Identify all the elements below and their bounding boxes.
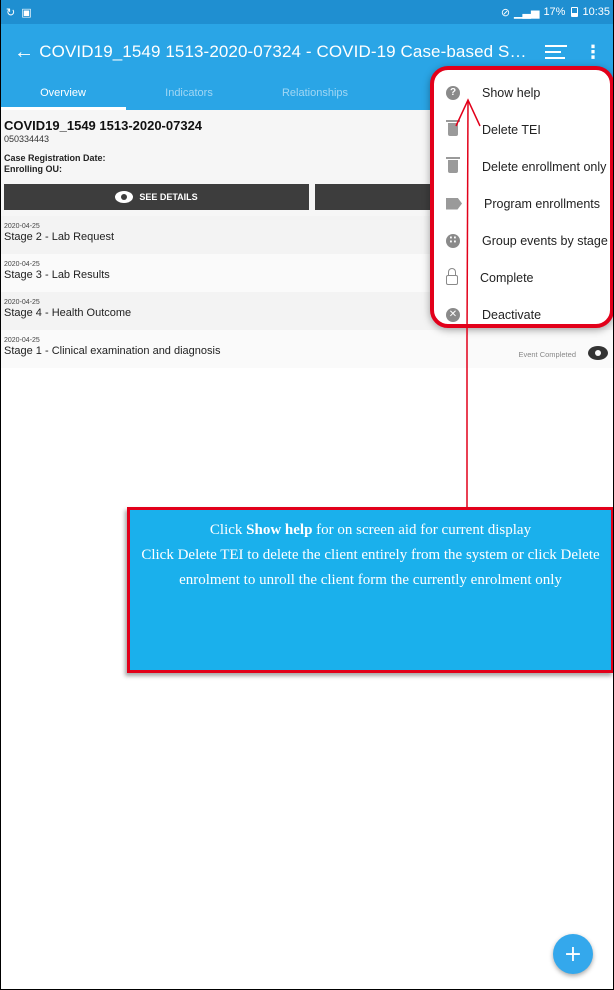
mute-icon: ⊘ (500, 6, 511, 19)
clock: 10:35 (582, 6, 610, 18)
list-item[interactable]: 2020-04-25 Stage 1 - Clinical examinatio… (0, 330, 614, 368)
menu-item-program-enrollments[interactable]: Program enrollments (434, 185, 610, 222)
tab-indicators[interactable]: Indicators (126, 80, 252, 110)
battery-percent: 17% (543, 6, 566, 18)
menu-item-label: Group events by stage (482, 233, 608, 248)
menu-item-label: Delete enrollment only (482, 159, 607, 174)
menu-item-label: Delete TEI (482, 122, 541, 137)
tab-relationships[interactable]: Relationships (252, 80, 378, 110)
more-vertical-icon[interactable]: ⋮ (584, 43, 602, 61)
menu-item-complete[interactable]: Complete (434, 259, 610, 296)
trash-icon (446, 157, 460, 173)
menu-item-label: Complete (480, 270, 534, 285)
page-title: COVID19_1549 1513-2020-07324 - COVID-19 … (39, 42, 530, 61)
see-details-label: SEE DETAILS (139, 192, 198, 202)
signal-icon: ▁▃▅ (514, 6, 540, 19)
cancel-icon: ✕ (446, 307, 460, 322)
see-details-button[interactable]: SEE DETAILS (4, 184, 309, 210)
filter-icon[interactable] (544, 43, 568, 61)
group-icon: ∷ (446, 233, 460, 248)
callout-bold-text: Show help (246, 522, 313, 538)
help-icon: ? (446, 85, 460, 100)
lock-icon (446, 268, 458, 285)
help-callout: Click Show help for on screen aid for cu… (127, 507, 614, 673)
callout-line-1: Click Show help for on screen aid for cu… (140, 518, 601, 543)
menu-item-delete-tei[interactable]: Delete TEI (434, 111, 610, 148)
tag-icon (446, 197, 462, 210)
back-arrow-icon[interactable]: ← (14, 41, 39, 64)
image-icon: ▣ (21, 6, 32, 19)
callout-text: Click (209, 522, 247, 538)
menu-item-group-events[interactable]: ∷ Group events by stage (434, 222, 610, 259)
add-event-button[interactable]: + (553, 934, 593, 974)
eye-icon (115, 191, 134, 203)
status-bar: ↻ ▣ ⊘ ▁▃▅ 17% 10:35 (0, 0, 614, 24)
menu-item-deactivate[interactable]: ✕ Deactivate (434, 296, 610, 333)
menu-item-show-help[interactable]: ? Show help (434, 74, 610, 111)
event-status: Event Completed (518, 350, 576, 359)
menu-item-label: Program enrollments (484, 196, 601, 211)
callout-text: for on screen aid for current display (312, 522, 532, 538)
trash-icon (446, 120, 460, 136)
event-date: 2020-04-25 (4, 337, 40, 344)
battery-icon (571, 7, 579, 17)
eye-icon[interactable] (588, 346, 608, 360)
tab-overview[interactable]: Overview (0, 80, 126, 110)
menu-item-delete-enrollment[interactable]: Delete enrollment only (434, 148, 610, 185)
menu-item-label: Deactivate (482, 307, 542, 322)
callout-line-2: Click Delete TEI to delete the client en… (141, 547, 600, 588)
overflow-menu: ? Show help Delete TEI Delete enrollment… (430, 66, 614, 328)
menu-item-label: Show help (482, 85, 541, 100)
sync-icon: ↻ (6, 6, 16, 19)
